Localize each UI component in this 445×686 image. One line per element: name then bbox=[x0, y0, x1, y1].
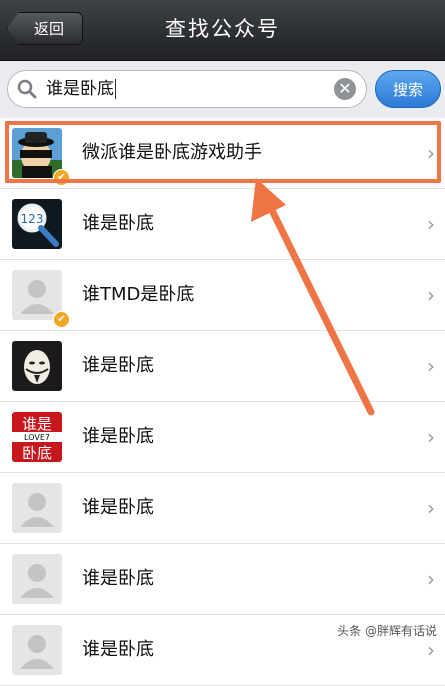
avatar-text-top: 谁是 bbox=[22, 415, 52, 433]
result-list: ✔ 微派谁是卧底游戏助手 › 123 谁是卧底 › ✔ 谁TMD是卧底 › 谁是… bbox=[0, 118, 445, 686]
default-avatar bbox=[12, 483, 62, 533]
search-query: 谁是卧底 bbox=[46, 79, 114, 99]
list-item[interactable]: 谁是 LOVE7 卧底 谁是卧底 › bbox=[0, 402, 445, 473]
list-item[interactable]: 谁是卧底 › bbox=[0, 331, 445, 402]
list-item[interactable]: ✔ 谁TMD是卧底 › bbox=[0, 260, 445, 331]
result-name: 谁是卧底 bbox=[82, 426, 154, 447]
search-button[interactable]: 搜索 bbox=[375, 70, 441, 108]
list-item[interactable]: 谁是卧底 › bbox=[0, 544, 445, 615]
magnifier-123-avatar: 123 bbox=[12, 199, 62, 249]
masked-face-avatar bbox=[12, 341, 62, 391]
default-avatar bbox=[12, 625, 62, 675]
result-name: 谁是卧底 bbox=[82, 497, 154, 518]
result-name: 谁是卧底 bbox=[82, 639, 154, 660]
verified-icon: ✔ bbox=[53, 311, 70, 328]
watermark: 头条 @胖辉有话说 bbox=[337, 624, 437, 638]
list-item[interactable]: 谁是卧底 › bbox=[0, 473, 445, 544]
chevron-right-icon: › bbox=[427, 354, 435, 378]
result-name: 谁是卧底 bbox=[82, 213, 154, 234]
result-name: 谁是卧底 bbox=[82, 568, 154, 589]
chevron-right-icon: › bbox=[427, 567, 435, 591]
chevron-right-icon: › bbox=[427, 212, 435, 236]
navigation-bar: 返回 查找公众号 bbox=[0, 0, 445, 61]
text-caret bbox=[115, 79, 116, 99]
search-icon bbox=[17, 79, 37, 99]
result-name: 谁TMD是卧底 bbox=[82, 284, 195, 305]
search-input[interactable]: 谁是卧底 ✕ bbox=[7, 70, 367, 108]
avatar-text-bottom: 卧底 bbox=[22, 444, 52, 462]
clear-icon[interactable]: ✕ bbox=[334, 78, 356, 100]
avatar-text-middle: LOVE7 bbox=[24, 433, 50, 442]
svg-text:123: 123 bbox=[21, 212, 44, 226]
chevron-right-icon: › bbox=[427, 283, 435, 307]
default-avatar bbox=[12, 554, 62, 604]
text-logo-avatar: 谁是 LOVE7 卧底 bbox=[12, 412, 62, 462]
highlight-box bbox=[5, 121, 441, 183]
chevron-right-icon: › bbox=[427, 425, 435, 449]
list-item[interactable]: 123 谁是卧底 › bbox=[0, 189, 445, 260]
chevron-right-icon: › bbox=[427, 496, 435, 520]
result-name: 谁是卧底 bbox=[82, 355, 154, 376]
page-title: 查找公众号 bbox=[165, 17, 280, 41]
